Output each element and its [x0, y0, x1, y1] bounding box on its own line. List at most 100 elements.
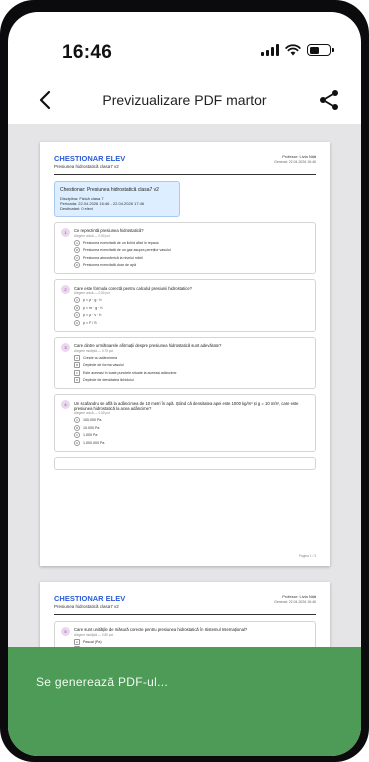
doc-title: CHESTIONAR ELEV — [54, 594, 126, 603]
answer-option: Dp = F / S — [74, 319, 309, 326]
radio-marker: B — [74, 304, 80, 311]
option-text: 1.000.000 Pa — [83, 440, 105, 445]
answer-option: D Depinde de densitatea lichidului — [74, 377, 309, 384]
radio-marker: A — [74, 239, 80, 246]
radio-marker: B — [74, 424, 80, 431]
option-text: Este aceeași în toate punctele situate l… — [83, 370, 177, 375]
info-title: Chestionar: Presiunea hidrostatică clasa… — [60, 186, 159, 193]
option-text: Depinde de forma vasului — [83, 363, 124, 368]
question-text: Care este formula corectă pentru calculu… — [74, 285, 193, 291]
doc-professor: Profesor: Livia Niță — [282, 154, 316, 159]
option-text: 1.000 Pa — [83, 433, 98, 438]
option-text: Presiunea exercitată doar de apă — [83, 263, 136, 268]
option-text: Presiunea exercitată de un gaz asupra pe… — [83, 248, 171, 253]
status-icons — [261, 44, 334, 56]
radio-marker: D — [74, 319, 80, 326]
question-card: 4 Un scafandru se află la adâncimea de 1… — [54, 394, 316, 452]
option-text: p = m · g · h — [83, 305, 103, 310]
snackbar: Se generează PDF-ul... — [8, 647, 361, 756]
page-title: Previzualizare PDF martor — [102, 92, 267, 108]
answer-option: C Este aceeași în toate punctele situate … — [74, 369, 309, 376]
checkbox-marker: B — [74, 362, 80, 369]
option-text: Depinde de densitatea lichidului — [83, 378, 134, 383]
question-text: Ce reprezintă presiunea hidrostatică? — [74, 228, 144, 234]
page-number: Pagina 1 / 3 — [298, 554, 316, 558]
question-number: 4 — [61, 400, 70, 410]
answer-option: B Depinde de forma vasului — [74, 362, 309, 369]
radio-marker: D — [74, 262, 80, 269]
quiz-info-box: Chestionar: Presiunea hidrostatică clasa… — [54, 180, 180, 217]
checkbox-marker: A — [74, 638, 80, 645]
wifi-icon — [285, 44, 301, 56]
checkbox-marker: C — [74, 369, 80, 376]
checkbox-marker: D — [74, 377, 80, 384]
radio-marker: A — [74, 417, 80, 424]
question-number: 2 — [61, 285, 70, 295]
option-text: 100.000 Pa — [83, 418, 102, 423]
answer-option: D 1.000.000 Pa — [74, 439, 309, 446]
doc-generated: Generat: 22.04.2026 16:46 — [274, 600, 316, 604]
option-text: Presiunea atmosferică la nivelul mării — [83, 255, 143, 260]
doc-subtitle: Presiunea hidrostatică clasa7 v2 — [54, 164, 119, 169]
radio-marker: B — [74, 247, 80, 254]
doc-header: CHESTIONAR ELEV Presiunea hidrostatică c… — [54, 154, 316, 169]
question-card: 2 Care este formula corectă pentru calcu… — [54, 279, 316, 332]
doc-header: CHESTIONAR ELEV Presiunea hidrostatică c… — [54, 594, 316, 609]
question-meta: Alegere unică — 0.50 pct — [74, 233, 110, 238]
pdf-preview[interactable]: CHESTIONAR ELEV Presiunea hidrostatică c… — [8, 124, 361, 684]
snackbar-message: Se generează PDF-ul... — [36, 675, 168, 689]
doc-title: CHESTIONAR ELEV — [54, 154, 126, 163]
battery-icon — [307, 44, 334, 56]
pdf-page-1: CHESTIONAR ELEV Presiunea hidrostatică c… — [40, 142, 330, 566]
answer-option: B Presiunea exercitată de un gaz asupra p… — [74, 247, 309, 254]
radio-marker: C — [74, 432, 80, 439]
radio-marker: C — [74, 254, 80, 261]
option-text: Crește cu adâncimea — [83, 355, 117, 360]
question-number: 1 — [61, 227, 70, 237]
question-text: Care dintre următoarele afirmații despre… — [74, 343, 222, 349]
doc-professor: Profesor: Livia Niță — [282, 594, 316, 599]
question-meta: Alegere unică — 0.50 pct — [74, 411, 110, 416]
checkbox-marker: A — [74, 354, 80, 361]
empty-question-card — [54, 456, 316, 470]
answer-option: D Presiunea exercitată doar de apă — [74, 262, 309, 269]
status-bar: 16:46 — [8, 12, 361, 72]
option-text: Presiunea exercitată de un lichid aflat … — [83, 240, 159, 245]
doc-divider — [54, 614, 316, 615]
question-meta: Alegere unică — 0.50 pct — [74, 291, 110, 296]
answer-option: Bp = m · g · h — [74, 304, 309, 311]
option-text: p = F / S — [83, 320, 97, 325]
question-text: Un scafandru se află la adâncimea de 10 … — [74, 400, 299, 411]
answer-option: A 100.000 Pa — [74, 417, 309, 424]
app-bar: Previzualizare PDF martor — [8, 80, 361, 120]
option-text: Pascal (Pa) — [83, 639, 102, 644]
question-meta: Alegere multiplă — 0.80 pct — [74, 632, 114, 637]
doc-generated: Generat: 22.04.2026 16:46 — [274, 160, 316, 164]
device-frame: 16:46 Previzualizare PDF martor CHESTION… — [0, 0, 369, 762]
answer-option: C Presiunea atmosferică la nivelul mării — [74, 254, 309, 261]
answer-option: B 10.000 Pa — [74, 424, 309, 431]
question-meta: Alegere multiplă — 0.75 pct — [74, 348, 114, 353]
option-text: p = ρ · v · h — [83, 313, 102, 318]
status-time: 16:46 — [62, 42, 113, 63]
answer-option: A Crește cu adâncimea — [74, 354, 309, 361]
screen: 16:46 Previzualizare PDF martor CHESTION… — [8, 12, 361, 756]
radio-marker: A — [74, 297, 80, 304]
share-icon[interactable] — [315, 86, 343, 114]
question-number: 5 — [61, 626, 70, 636]
doc-divider — [54, 174, 316, 175]
answer-option: Ap = ρ · g · h — [74, 297, 309, 304]
info-recipients: Destinatari: 0 elevi — [60, 205, 93, 211]
option-text: p = ρ · g · h — [83, 298, 102, 303]
answer-option: A Presiunea exercitată de un lichid aflat… — [74, 239, 309, 246]
radio-marker: C — [74, 312, 80, 319]
question-card: 1 Ce reprezintă presiunea hidrostatică? … — [54, 221, 316, 275]
option-text: 10.000 Pa — [83, 425, 100, 430]
answer-option: A Pascal (Pa) — [74, 638, 309, 645]
answer-option: Cp = ρ · v · h — [74, 312, 309, 319]
questions-list: 1 Ce reprezintă presiunea hidrostatică? … — [54, 221, 316, 470]
radio-marker: D — [74, 439, 80, 446]
question-card: 3 Care dintre următoarele afirmații desp… — [54, 336, 316, 390]
signal-icon — [261, 44, 279, 56]
question-text: Care sunt unitățile de măsură corecte pe… — [74, 627, 248, 633]
